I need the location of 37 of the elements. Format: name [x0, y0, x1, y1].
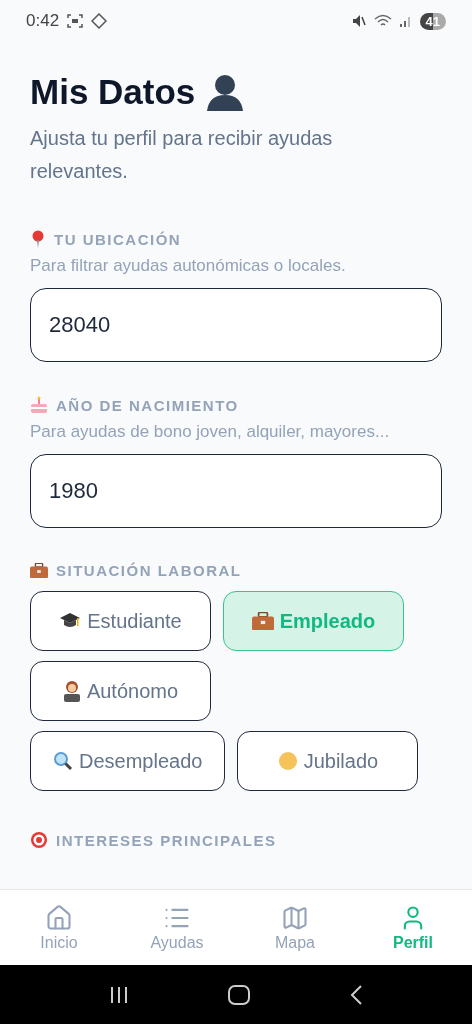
nav-tab[interactable]: Ayudas	[118, 890, 236, 965]
battery-level: 41	[419, 12, 446, 30]
graduation-cap-icon	[59, 612, 82, 630]
birth-year-field[interactable]: 1980	[30, 454, 442, 528]
section-label: AÑO DE NACIMIENTO	[56, 396, 239, 414]
nav-tab[interactable]: Perfil	[354, 890, 472, 965]
mute-icon	[351, 14, 366, 28]
briefcase-icon	[251, 611, 274, 631]
cake-icon	[30, 396, 48, 414]
location-field[interactable]: 28040	[30, 288, 442, 362]
diamond-icon	[91, 13, 108, 29]
employment-option[interactable]: Jubilado	[237, 731, 419, 791]
employment-option[interactable]: Autónomo	[30, 661, 211, 721]
page-title: Mis Datos	[30, 72, 196, 112]
field-hint: Para ayudas de bono joven, alquiler, mayores...	[30, 422, 391, 442]
nav-tab[interactable]: Mapa	[236, 890, 354, 965]
magnifier-icon	[53, 751, 73, 771]
field-hint: Para filtrar ayudas autonómicas o locales.	[30, 256, 347, 276]
target-icon	[30, 831, 48, 849]
home-icon	[45, 903, 73, 932]
section-label: SITUACIÓN LABORAL	[56, 562, 242, 579]
home-button-icon[interactable]	[228, 984, 250, 1005]
back-icon[interactable]	[348, 984, 363, 1005]
status-time: 0:42	[26, 11, 60, 31]
signal-icon	[399, 15, 412, 27]
briefcase-icon	[30, 562, 48, 579]
person-silhouette-icon	[205, 73, 246, 111]
recent-apps-icon[interactable]	[109, 985, 130, 1004]
employment-option[interactable]: Desempleado	[30, 731, 226, 791]
wifi-icon	[373, 14, 392, 28]
employment-option[interactable]: Estudiante	[30, 591, 211, 651]
person-laptop-icon	[62, 680, 81, 702]
section-label: TU UBICACIÓN	[54, 230, 182, 248]
screenshot-icon	[67, 14, 84, 28]
section-label: INTERESES PRINCIPALES	[56, 831, 277, 849]
nav-tab[interactable]: Inicio	[0, 890, 118, 965]
page-subtitle: Ajusta tu perfil para recibir ayudas relevantes.	[30, 126, 334, 184]
